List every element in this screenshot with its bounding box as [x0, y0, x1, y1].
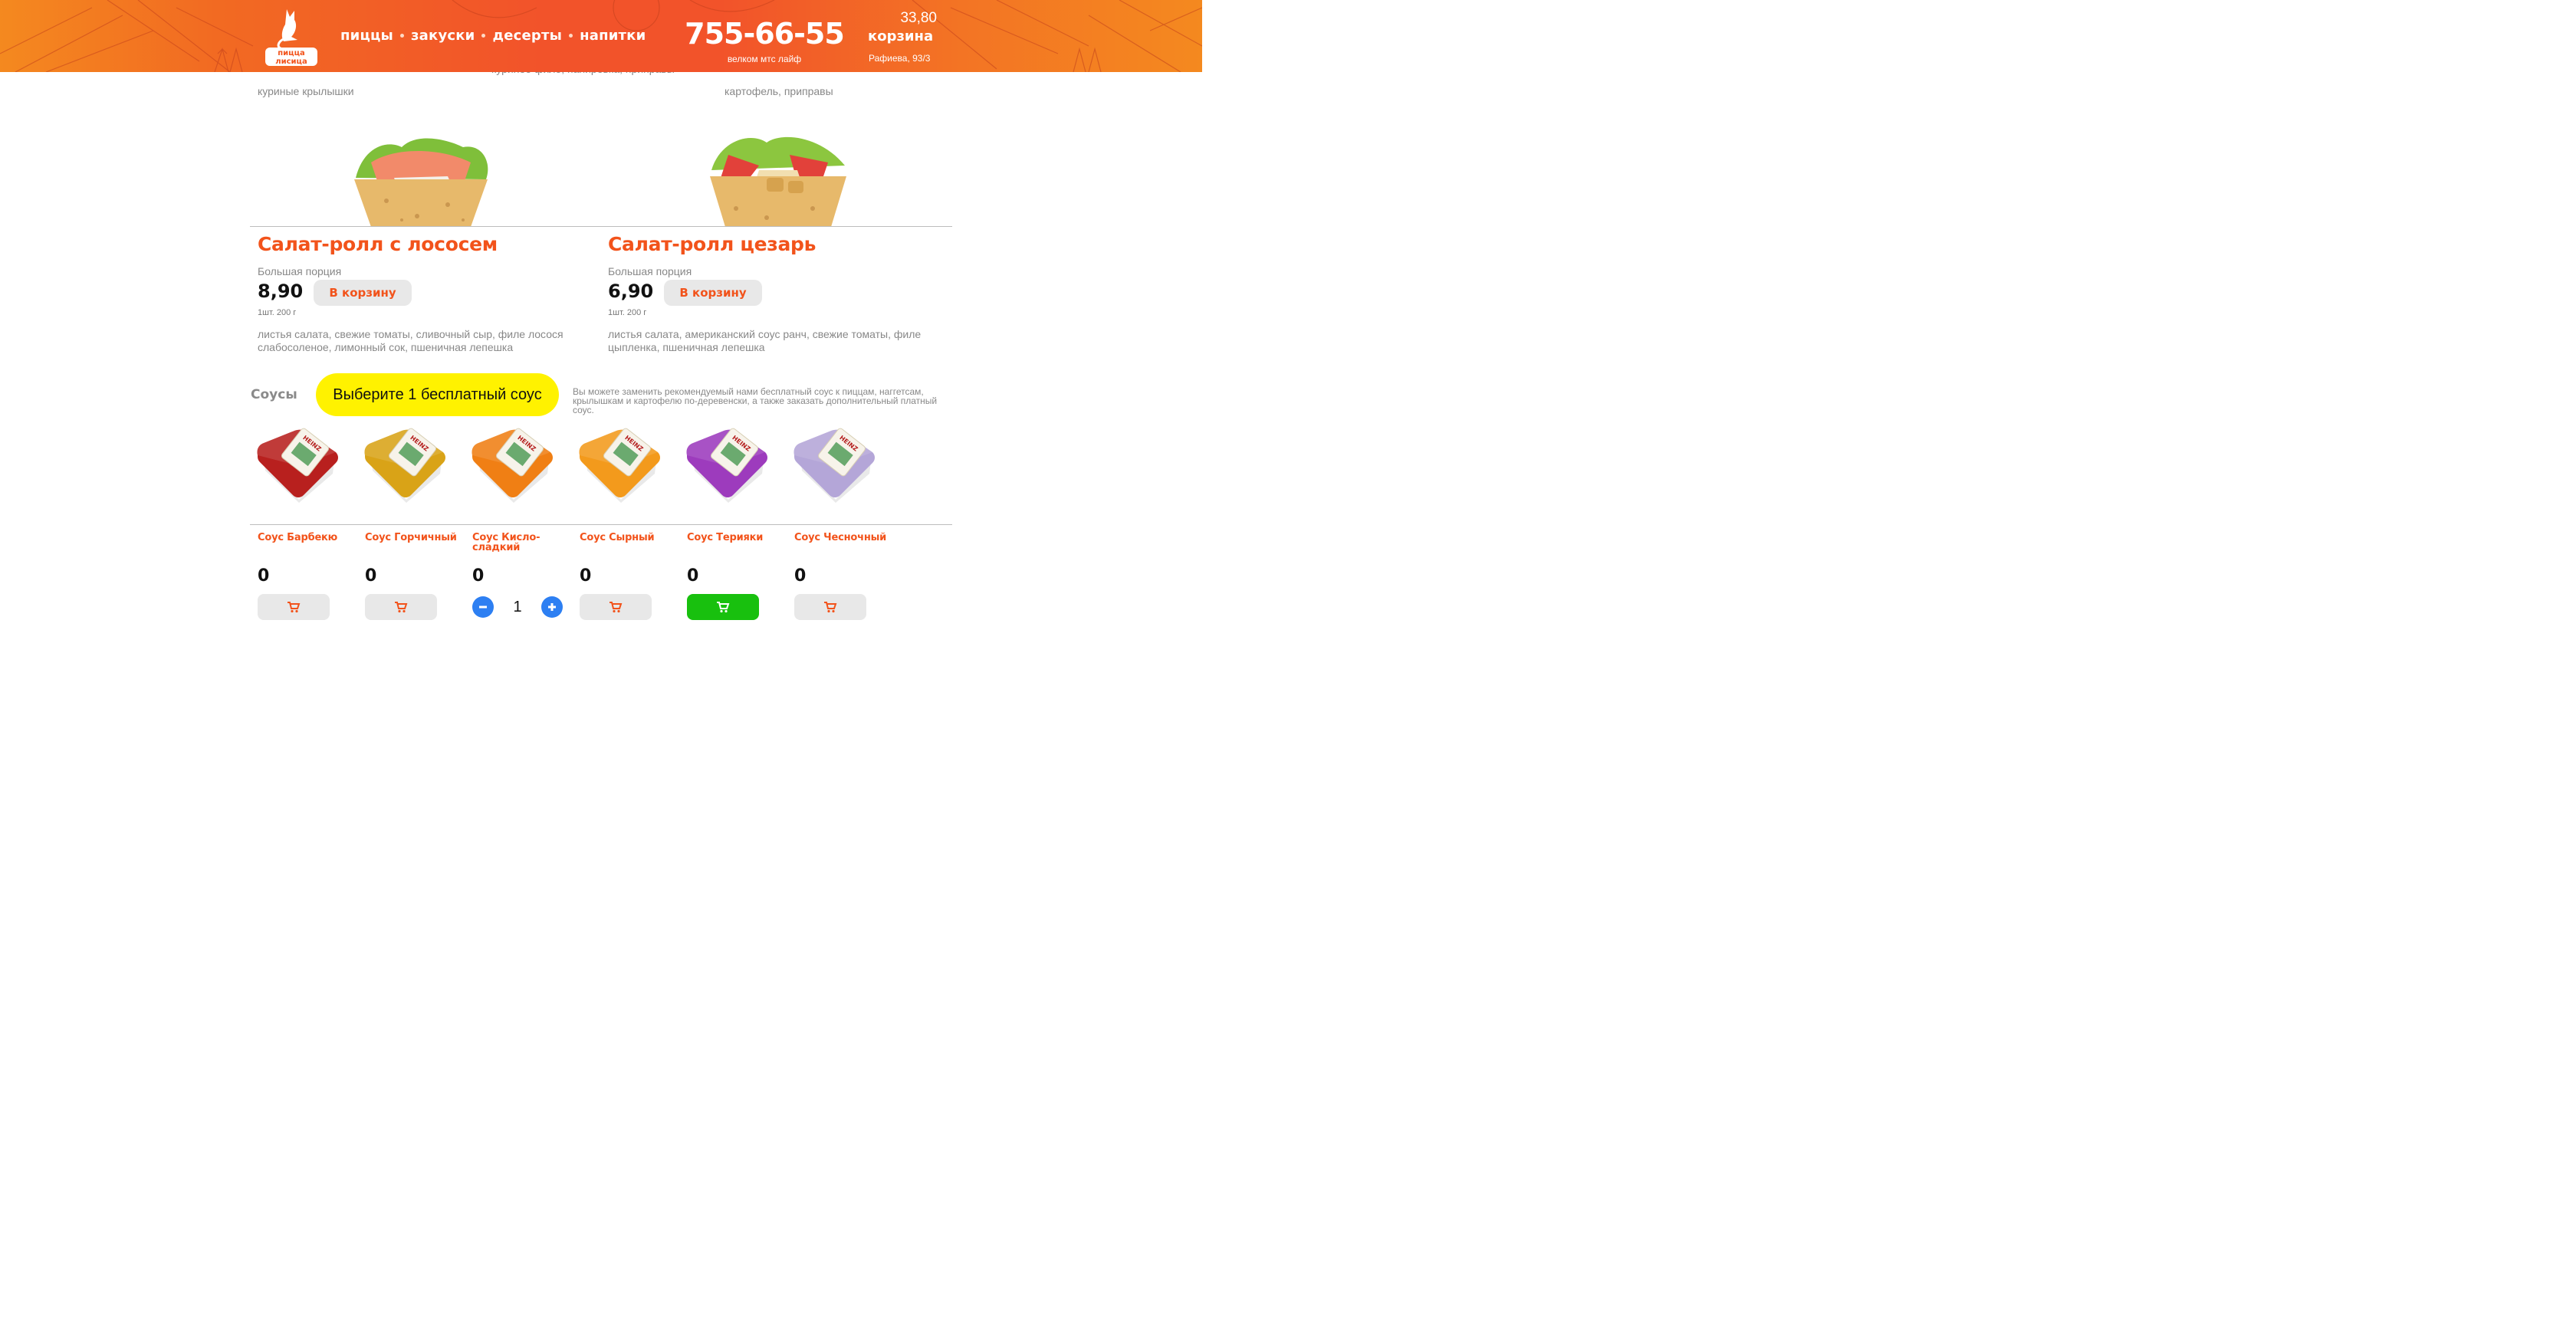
sauce-price: 0: [794, 566, 807, 586]
nav-separator: [400, 34, 405, 38]
sauces-note: Вы можете заменить рекомендуемый нами бе…: [573, 386, 938, 415]
increase-button[interactable]: [541, 596, 563, 618]
sauce-cup-image[interactable]: HEINZ: [468, 426, 557, 506]
divider: [250, 226, 952, 227]
logo[interactable]: пицца лисица: [264, 6, 319, 67]
sauce-cup-image[interactable]: HEINZ: [253, 426, 342, 506]
salmon-roll-image[interactable]: [348, 132, 494, 227]
nav-separator: [569, 34, 573, 38]
add-to-cart-button[interactable]: В корзину: [664, 280, 762, 306]
sauce-add-to-cart-button[interactable]: [794, 594, 866, 620]
product-weight: 1шт. 200 г: [258, 308, 297, 317]
product-title[interactable]: Салат-ролл цезарь: [608, 233, 816, 255]
sauce-price: 0: [472, 566, 485, 586]
sauce-price: 0: [687, 566, 699, 586]
nav-pizza[interactable]: пиццы: [340, 28, 393, 44]
sauce-name[interactable]: Соус Барбекю: [258, 533, 357, 543]
sauce-name[interactable]: Соус Чесночный: [794, 533, 894, 543]
plus-icon: [548, 603, 556, 611]
product-ingredients: листья салата, свежие томаты, сливочный …: [258, 328, 564, 353]
sauce-name[interactable]: Соус Горчичный: [365, 533, 465, 543]
sauce-cup-image[interactable]: HEINZ: [682, 426, 771, 506]
quantity-value: 1: [513, 598, 522, 615]
sauce-add-to-cart-button[interactable]: [687, 594, 759, 620]
sauces-heading: Соусы: [251, 387, 297, 402]
sauce-name[interactable]: Соус Сырный: [580, 533, 679, 543]
product-portion: Большая порция: [258, 265, 342, 277]
cart-icon: [717, 602, 730, 613]
phone-number[interactable]: 755-66-55: [679, 17, 849, 51]
nav-separator: [481, 34, 486, 38]
svg-text:пицца: пицца: [278, 49, 305, 57]
site-header: пицца лисица пиццы закуски десерты напит…: [0, 0, 1202, 72]
phone-operators: велком мтс лайф: [727, 54, 802, 64]
sauce-price: 0: [365, 566, 377, 586]
cart-total[interactable]: 33,80: [868, 10, 937, 27]
sauce-add-to-cart-button[interactable]: [258, 594, 330, 620]
store-address: Рафиева, 93/3: [869, 53, 931, 64]
sauce-price: 0: [580, 566, 592, 586]
product-weight: 1шт. 200 г: [608, 308, 647, 317]
add-to-cart-button[interactable]: В корзину: [314, 280, 412, 306]
cart-icon: [824, 602, 837, 613]
main-nav: пиццы закуски десерты напитки: [340, 28, 646, 44]
product-title[interactable]: Салат-ролл с лососем: [258, 233, 498, 255]
sauce-name[interactable]: Соус Терияки: [687, 533, 787, 543]
sauce-cup-image[interactable]: HEINZ: [575, 426, 664, 506]
minus-icon: [479, 605, 487, 609]
sauce-price: 0: [258, 566, 270, 586]
cart-link[interactable]: корзина: [868, 28, 933, 44]
product-ingredients: листья салата, американский соус ранч, с…: [608, 328, 922, 353]
svg-text:лисица: лисица: [275, 57, 307, 66]
free-sauce-button[interactable]: Выберите 1 бесплатный соус: [316, 373, 559, 416]
sauce-cup-image[interactable]: HEINZ: [790, 426, 879, 506]
divider: [250, 524, 952, 525]
prev-item-desc: куриные крылышки: [258, 85, 354, 97]
product-portion: Большая порция: [608, 265, 692, 277]
nav-snacks[interactable]: закуски: [411, 28, 475, 44]
cart-icon: [395, 602, 408, 613]
nav-desserts[interactable]: десерты: [492, 28, 562, 44]
nav-drinks[interactable]: напитки: [580, 28, 646, 44]
sauce-cup-image[interactable]: HEINZ: [360, 426, 449, 506]
decrease-button[interactable]: [472, 596, 494, 618]
cart-icon: [288, 602, 301, 613]
product-price: 8,90: [258, 281, 304, 302]
caesar-roll-image[interactable]: [705, 132, 851, 227]
sauce-name[interactable]: Соус Кисло-сладкий: [472, 533, 557, 553]
sauce-add-to-cart-button[interactable]: [365, 594, 437, 620]
product-price: 6,90: [608, 281, 654, 302]
sauce-add-to-cart-button[interactable]: [580, 594, 652, 620]
cart-icon: [610, 602, 623, 613]
quantity-stepper: 1: [472, 596, 563, 618]
prev-item-desc: картофель, приправы: [724, 85, 833, 97]
